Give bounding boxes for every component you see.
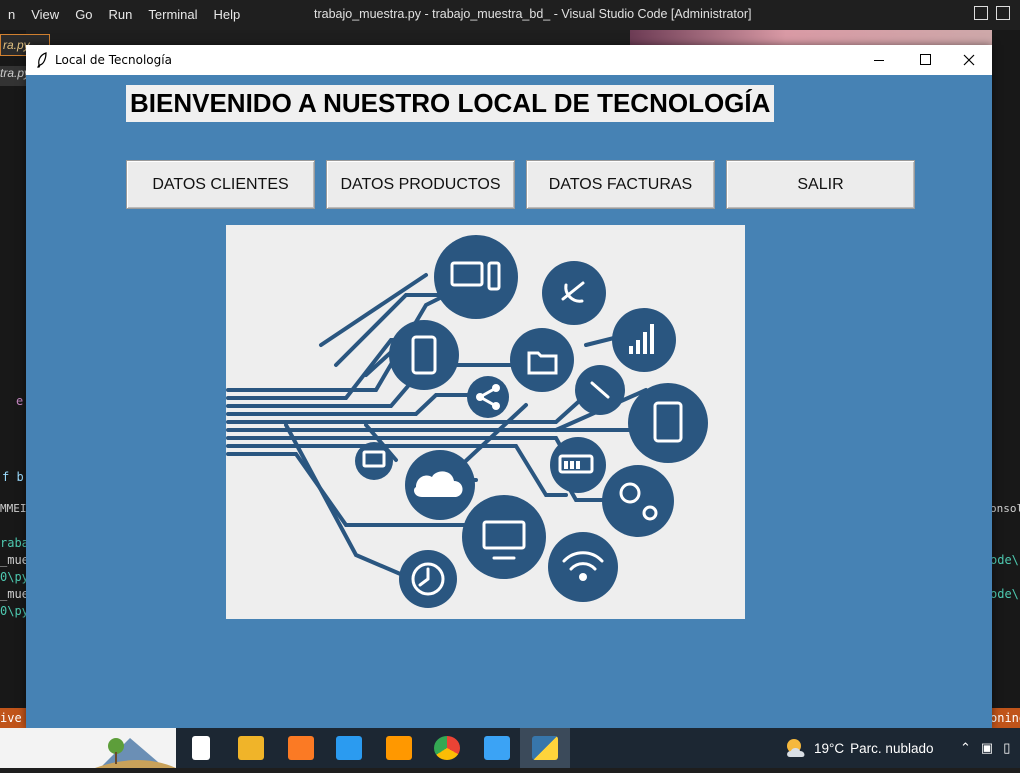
technology-illustration — [226, 225, 745, 619]
python-icon[interactable] — [532, 736, 558, 760]
terminal-line: ode\ — [990, 587, 1019, 601]
editor-tab-2[interactable]: tra.py — [0, 66, 26, 86]
partly-cloudy-icon — [784, 737, 808, 759]
menu-item-terminal[interactable]: Terminal — [140, 7, 205, 22]
panel-tab-fragment: onsole — [990, 502, 1020, 515]
code-fragment: f b — [2, 470, 24, 484]
photos-icon[interactable] — [484, 736, 510, 760]
panel-tab-fragment: MMEI — [0, 502, 27, 515]
welcome-heading: BIENVENIDO A NUESTRO LOCAL DE TECNOLOGÍA — [126, 85, 775, 122]
weather-temperature: 19°C — [814, 740, 845, 756]
landscape-thumbnail — [95, 738, 176, 768]
minimize-button[interactable] — [856, 45, 902, 75]
layout-controls — [974, 6, 1010, 20]
terminal-line: 0\py — [0, 570, 29, 584]
weather-description: Parc. nublado — [850, 740, 934, 756]
vscode-titlebar: n View Go Run Terminal Help trabajo_mues… — [0, 0, 1020, 30]
status-right-text[interactable]: onine — [990, 711, 1020, 725]
chrome-icon[interactable] — [434, 736, 460, 760]
terminal-line: 0\py — [0, 604, 29, 618]
salir-button[interactable]: SALIR — [726, 160, 915, 209]
sublime-icon[interactable] — [386, 736, 412, 760]
maximize-button[interactable] — [902, 45, 948, 75]
menu-item-help[interactable]: Help — [206, 7, 249, 22]
windows-taskbar: 19°C Parc. nublado ⌃ ▣ ▯ — [0, 728, 1020, 768]
menu-item-view[interactable]: View — [23, 7, 67, 22]
system-tray: ⌃ ▣ ▯ — [960, 740, 1010, 756]
editor-background-image — [630, 30, 1020, 46]
vscode-menubar: n View Go Run Terminal Help — [0, 7, 248, 22]
weather-widget[interactable]: 19°C Parc. nublado — [784, 737, 933, 759]
datos-facturas-button[interactable]: DATOS FACTURAS — [526, 160, 715, 209]
code-fragment: e — [16, 394, 24, 408]
xampp-icon[interactable] — [288, 736, 314, 760]
terminal-line: _mue — [0, 587, 29, 601]
close-button[interactable] — [946, 45, 992, 75]
desktop-wallpaper-peek — [0, 728, 176, 768]
datos-productos-button[interactable]: DATOS PRODUCTOS — [326, 160, 515, 209]
menu-item-go[interactable]: Go — [67, 7, 100, 22]
app-titlebar[interactable]: Local de Tecnología — [26, 45, 992, 75]
terminal-line: _mue — [0, 553, 29, 567]
datos-clientes-button[interactable]: DATOS CLIENTES — [126, 160, 315, 209]
app-window-title: Local de Tecnología — [55, 53, 172, 67]
menu-item-n[interactable]: n — [0, 7, 23, 22]
feather-icon — [37, 52, 47, 68]
vscode-right-pane — [992, 30, 1020, 710]
toggle-panel-icon[interactable] — [996, 6, 1010, 20]
chevron-up-icon[interactable]: ⌃ — [960, 740, 971, 756]
network-icon[interactable]: ▯ — [1003, 740, 1010, 756]
app-window: Local de Tecnología BIENVENIDO A NUESTRO… — [26, 45, 992, 728]
menu-item-run[interactable]: Run — [101, 7, 141, 22]
file-explorer-icon[interactable] — [238, 736, 264, 760]
close-icon — [963, 54, 975, 66]
terminal-line: ode\ — [990, 553, 1019, 567]
vscode-window-title: trabajo_muestra.py - trabajo_muestra_bd_… — [314, 7, 752, 21]
technology-network-graphic — [226, 235, 708, 608]
camera-icon[interactable]: ▣ — [981, 740, 993, 756]
toggle-sidebar-icon[interactable] — [974, 6, 988, 20]
file-icon[interactable] — [192, 736, 210, 760]
vscode-icon[interactable] — [336, 736, 362, 760]
terminal-line: raba — [0, 536, 29, 550]
